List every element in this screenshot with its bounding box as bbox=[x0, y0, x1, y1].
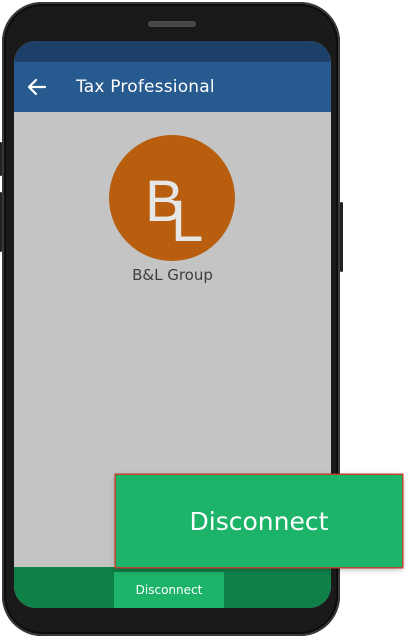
side-button bbox=[0, 142, 2, 176]
status-bar bbox=[14, 41, 331, 62]
side-button bbox=[340, 202, 343, 272]
org-logo: B L bbox=[109, 135, 235, 261]
app-bar: Tax Professional bbox=[14, 62, 331, 112]
side-button bbox=[0, 192, 2, 252]
speaker-grille bbox=[148, 21, 196, 27]
org-name: B&L Group bbox=[132, 266, 213, 284]
page-title: Tax Professional bbox=[76, 77, 215, 97]
disconnect-button-callout[interactable]: Disconnect bbox=[116, 475, 402, 567]
disconnect-button[interactable]: Disconnect bbox=[114, 572, 224, 608]
svg-text:L: L bbox=[171, 189, 203, 254]
arrow-left-icon[interactable] bbox=[25, 75, 49, 99]
